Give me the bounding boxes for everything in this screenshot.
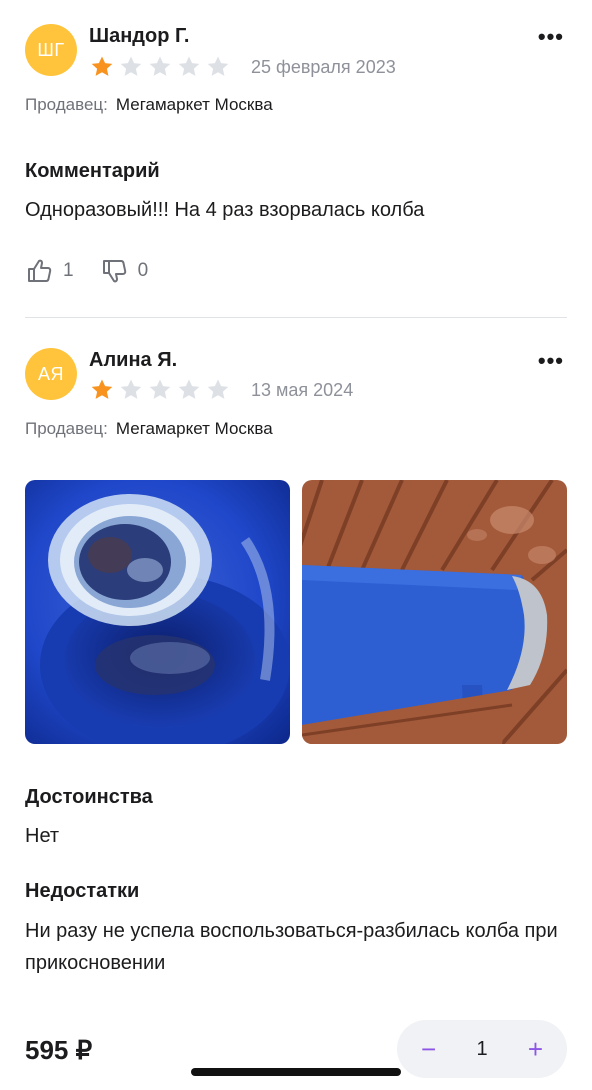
author-name: Шандор Г. (89, 25, 190, 47)
star-empty-icon (149, 379, 171, 399)
seller-name[interactable]: Мегамаркет Москва (116, 419, 273, 439)
buy-bar: 595 ₽ − 1 + (0, 1010, 592, 1090)
seller-name[interactable]: Мегамаркет Москва (116, 95, 273, 115)
like-count: 1 (63, 260, 74, 281)
like-button[interactable]: 1 (25, 257, 74, 285)
rating-stars (89, 377, 231, 403)
review-photo[interactable] (302, 480, 567, 744)
star-empty-icon (149, 56, 171, 76)
divider (25, 317, 567, 318)
pros-text: Нет (25, 825, 60, 847)
review-photo[interactable] (25, 480, 290, 744)
star-empty-icon (207, 379, 229, 399)
star-empty-icon (207, 56, 229, 76)
seller-info: Продавец: Мегамаркет Москва (25, 419, 273, 439)
cons-title: Недостатки (25, 880, 140, 902)
pros-title: Достоинства (25, 786, 153, 808)
seller-label: Продавец: (25, 419, 108, 438)
price: 595 ₽ (25, 1035, 93, 1065)
star-empty-icon (178, 379, 200, 399)
avatar: ШГ (25, 24, 77, 76)
increase-button[interactable]: + (528, 1036, 543, 1062)
dislike-button[interactable]: 0 (100, 257, 149, 285)
more-options-button[interactable]: ••• (538, 26, 564, 48)
seller-label: Продавец: (25, 95, 108, 114)
author-name: Алина Я. (89, 349, 178, 371)
thumbs-up-icon (28, 259, 52, 282)
comment-title: Комментарий (25, 160, 160, 182)
quantity-value: 1 (476, 1037, 488, 1060)
quantity-stepper: − 1 + (397, 1020, 567, 1078)
comment-text: Одноразовый!!! На 4 раз взорвалась колба (25, 199, 425, 221)
seller-info: Продавец: Мегамаркет Москва (25, 95, 273, 115)
avatar: АЯ (25, 348, 77, 400)
dislike-count: 0 (137, 260, 149, 281)
review-photo-image (25, 480, 290, 744)
decrease-button[interactable]: − (421, 1036, 436, 1062)
star-empty-icon (120, 56, 142, 76)
cons-text: Ни разу не успела воспользоваться-разбил… (25, 920, 558, 974)
star-filled-icon (91, 56, 113, 76)
reactions: 1 0 (25, 257, 174, 285)
star-empty-icon (178, 56, 200, 76)
review-photo-image (302, 480, 567, 744)
home-indicator (191, 1068, 401, 1076)
thumbs-down-icon (102, 260, 126, 283)
rating-stars (89, 54, 231, 80)
more-options-button[interactable]: ••• (538, 350, 564, 372)
star-filled-icon (91, 379, 113, 399)
review-date: 13 мая 2024 (251, 380, 354, 400)
review-date: 25 февраля 2023 (251, 57, 396, 77)
star-empty-icon (120, 379, 142, 399)
